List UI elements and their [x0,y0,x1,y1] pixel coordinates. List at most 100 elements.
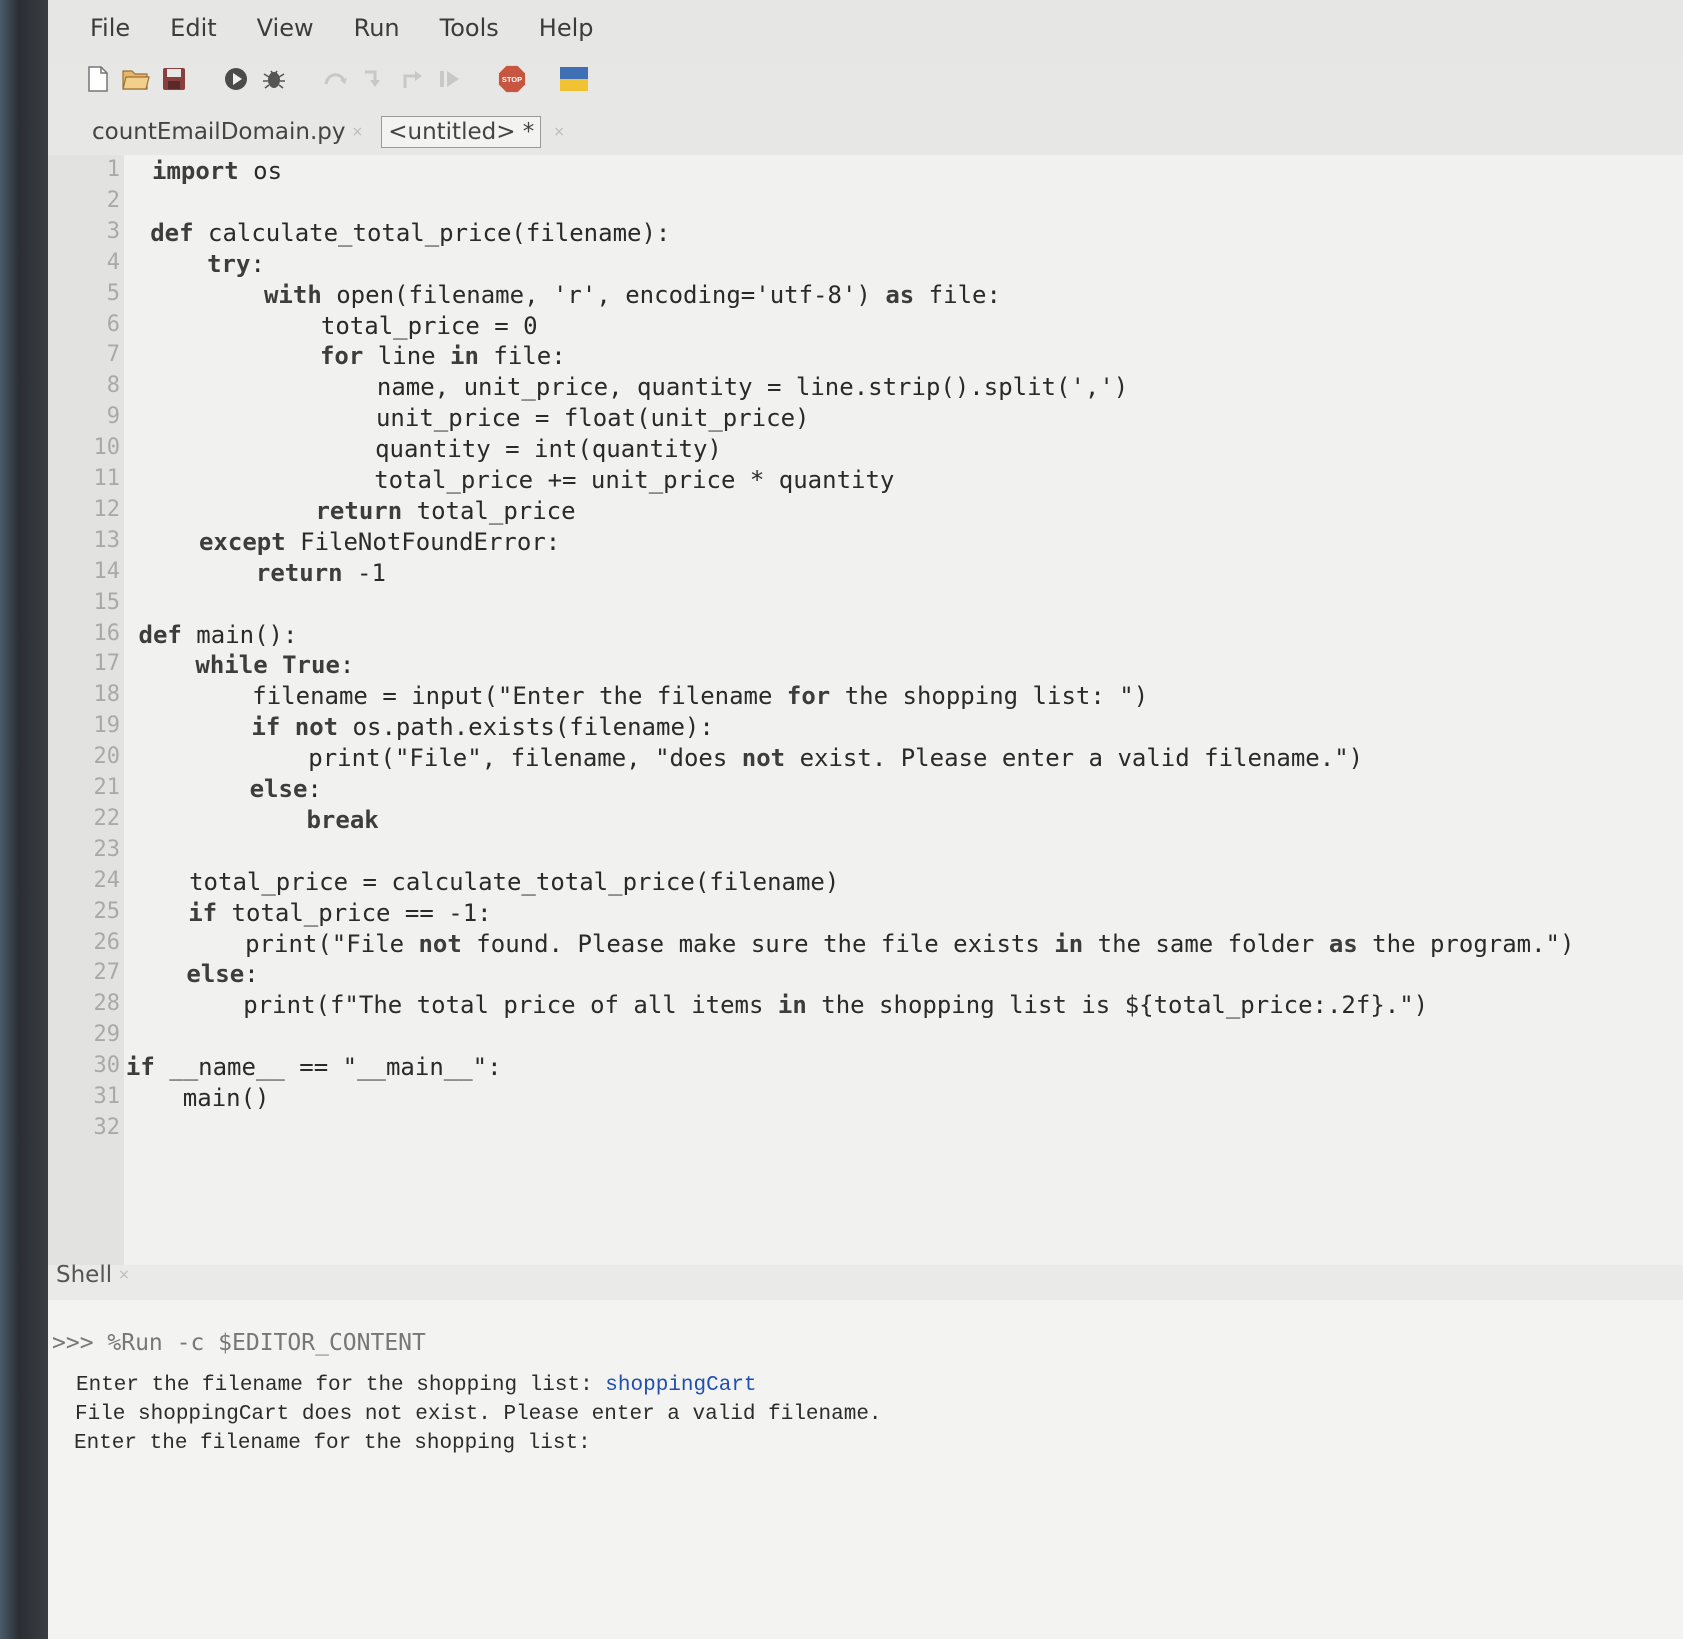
code-line: else: [186,960,259,989]
shell-output-line: File shoppingCart does not exist. Please… [75,1403,882,1426]
new-file-icon[interactable] [84,65,112,93]
code-line: total_price = 0 [147,311,538,340]
line-number: 7 [106,342,120,368]
code-line: unit_price = float(unit_price) [144,404,810,433]
shell-output-text: Enter the filename for the shopping list… [76,1374,606,1397]
shell-output-line: Enter the filename for the shopping list… [76,1374,757,1397]
code-line: print("File not found. Please make sure … [129,929,1575,958]
line-number: 16 [93,620,121,646]
line-number: 15 [93,589,121,615]
close-icon[interactable]: × [553,124,565,140]
menu-run[interactable]: Run [350,14,404,42]
save-icon[interactable] [160,65,188,93]
line-number: 24 [93,867,121,893]
code-line: break [306,805,379,834]
menu-file[interactable]: File [86,14,134,42]
line-number: 3 [106,218,120,244]
close-icon[interactable]: × [351,124,363,140]
line-number: 6 [106,311,120,337]
line-number: 27 [93,960,121,986]
tab-untitled-close[interactable]: × [541,122,571,142]
code-line: total_price += unit_price * quantity [143,466,895,494]
thonny-window: File Edit View Run Tools Help STOP count… [48,0,1683,1639]
menu-edit[interactable]: Edit [166,14,220,42]
line-number: 25 [93,898,121,924]
step-over-icon[interactable] [322,65,350,93]
tab-countemaildomain[interactable]: countEmailDomain.py × [86,117,369,147]
code-line: return -1 [255,558,386,587]
menu-tools[interactable]: Tools [436,14,503,42]
code-line: def calculate_total_price(filename): [150,218,671,247]
code-line: def main(): [138,620,298,649]
line-number: 2 [106,187,120,213]
open-file-icon[interactable] [122,65,150,93]
shell-prompt: >>> %Run -c $EDITOR_CONTENT [52,1330,426,1356]
line-number: 10 [93,435,121,461]
code-line: except FileNotFoundError: [198,527,561,556]
monitor-bezel [0,0,48,1639]
line-number: 26 [93,929,121,955]
step-out-icon[interactable] [398,65,426,93]
toolbar: STOP [84,58,588,100]
line-number: 13 [93,527,121,553]
support-ukraine-icon[interactable] [560,65,588,93]
shell-panel[interactable]: >>> %Run -c $EDITOR_CONTENT Enter the fi… [48,1300,1683,1639]
line-number: 9 [106,404,120,430]
line-number: 30 [93,1053,121,1079]
code-line: else: [249,775,322,803]
code-line: filename = input("Enter the filename for… [136,682,1149,711]
tab-label: countEmailDomain.py [92,119,346,145]
menu-help[interactable]: Help [535,14,598,42]
line-number: 8 [106,373,120,399]
run-icon[interactable] [222,65,250,93]
code-line: while True: [195,651,355,680]
code-line: if __name__ == "__main__": [125,1053,502,1082]
line-number: 4 [106,249,120,275]
code-editor[interactable]: 1 2 3 4 5 6 7 8 9 10 11 12 13 14 15 16 17 18 19 20 21 22 23 24 2… [48,155,1683,1265]
line-number: 28 [93,991,121,1017]
debug-icon[interactable] [260,65,288,93]
line-number: 29 [93,1022,121,1048]
code-line: import os [152,157,283,185]
shell-user-input: shoppingCart [605,1374,757,1397]
code-line: for line in file: [319,342,566,371]
code-line: try: [207,249,265,278]
line-number: 31 [93,1084,121,1109]
tab-untitled[interactable]: <untitled> * [381,116,542,148]
resume-icon[interactable] [436,65,464,93]
code-line: if total_price == -1: [188,898,492,927]
step-into-icon[interactable] [360,65,388,93]
stop-icon[interactable]: STOP [498,65,526,93]
line-number: 21 [93,775,121,800]
tab-label: <untitled> * [388,119,535,145]
line-number: 23 [93,836,121,862]
line-number: 19 [93,713,121,739]
code-line: print(f"The total price of all items in … [127,991,1429,1020]
close-icon[interactable]: × [118,1267,130,1283]
shell-output-text: Enter the filename for the shopping list… [74,1432,591,1455]
line-number: 5 [106,280,120,306]
line-number: 12 [93,496,121,522]
line-number: 20 [93,744,121,770]
stop-label: STOP [502,75,522,84]
shell-tab-label: Shell [56,1262,113,1288]
line-number: 11 [93,466,121,491]
menu-view[interactable]: View [253,14,318,42]
code-line: return total_price [315,496,576,525]
line-number: 17 [93,651,121,677]
code-line: print("File", filename, "does not exist.… [134,744,1364,773]
shell-tab[interactable]: Shell × [56,1262,130,1288]
line-number: 22 [93,805,121,831]
code-line: with open(filename, 'r', encoding='utf-8… [263,280,1001,309]
line-number: 14 [93,558,121,584]
code-line: main() [125,1084,270,1112]
line-number: 32 [93,1114,121,1140]
shell-output-line: Enter the filename for the shopping list… [74,1432,591,1455]
menu-bar: File Edit View Run Tools Help [48,0,1683,56]
shell-output-text: File shoppingCart does not exist. Please… [75,1403,882,1426]
code-line: if not os.path.exists(filename): [251,713,714,742]
editor-tabs: countEmailDomain.py × <untitled> * × [86,112,571,152]
code-line: name, unit_price, quantity = line.strip(… [145,373,1129,402]
code-line: quantity = int(quantity) [143,435,722,464]
line-number: 18 [93,682,121,708]
